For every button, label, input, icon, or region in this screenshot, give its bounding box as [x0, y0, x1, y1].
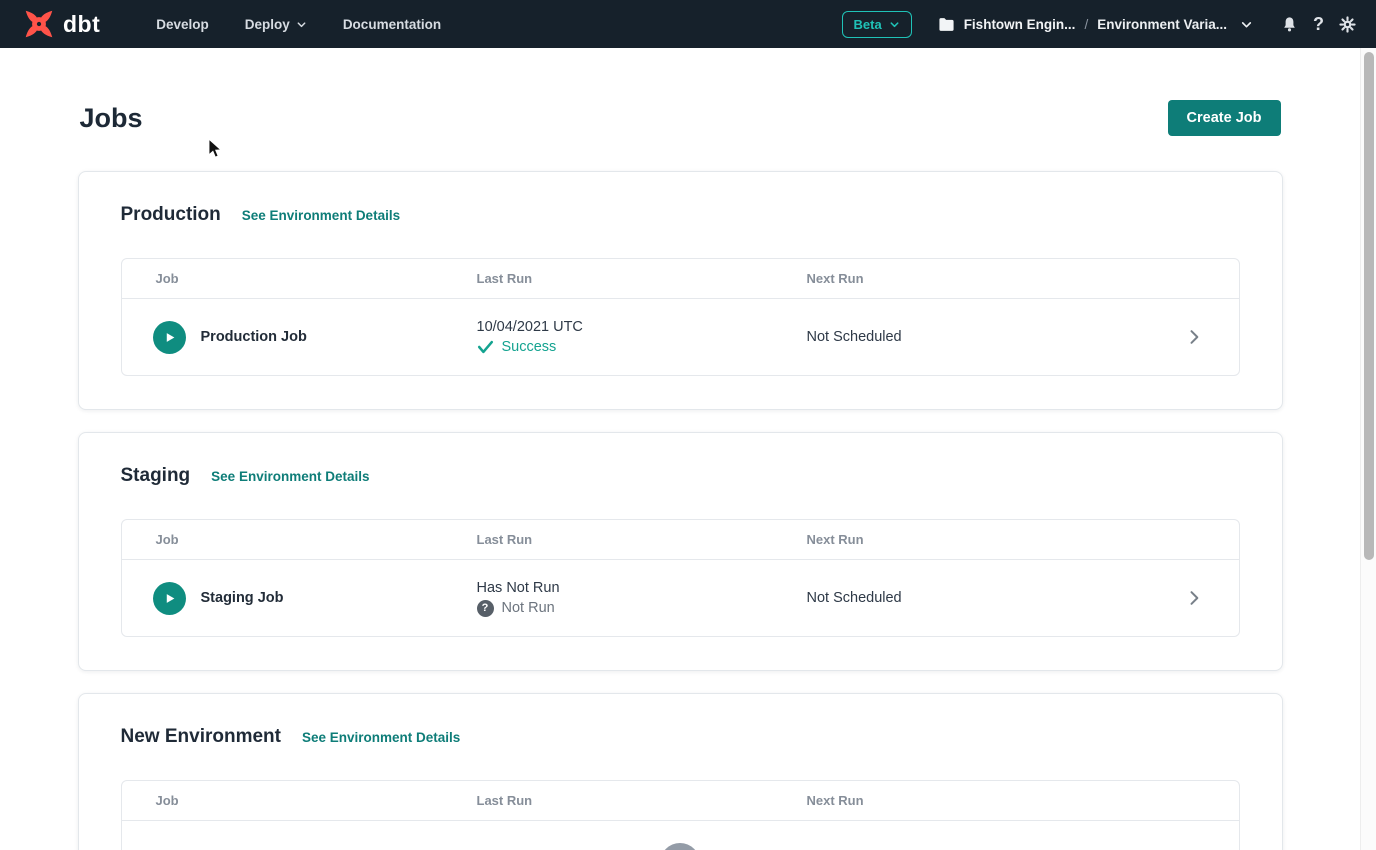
jobs-table: Job Last Run Next Run Production Job — [121, 258, 1240, 376]
next-run-value: Not Scheduled — [807, 590, 1149, 606]
folder-icon — [938, 17, 955, 32]
beta-dropdown[interactable]: Beta — [842, 11, 912, 38]
top-nav: dbt Develop Deploy Documentation Beta — [0, 0, 1376, 48]
gear-icon[interactable] — [1339, 16, 1356, 33]
brand-name: dbt — [63, 11, 100, 38]
environment-title: Staging — [121, 465, 191, 487]
column-header-job: Job — [122, 793, 477, 808]
environment-title: Production — [121, 204, 221, 226]
last-run-status[interactable]: Success — [502, 339, 557, 355]
column-header-last-run: Last Run — [477, 532, 807, 547]
see-environment-details-link[interactable]: See Environment Details — [211, 469, 369, 484]
job-row[interactable]: Staging Job Has Not Run ? Not Run Not Sc… — [122, 560, 1239, 636]
jobs-table: Job Last Run Next Run Staging Job — [121, 519, 1240, 637]
column-header-job: Job — [122, 271, 477, 286]
nav-item-label: Deploy — [245, 17, 290, 32]
primary-nav: Develop Deploy Documentation — [156, 17, 441, 32]
job-name[interactable]: Production Job — [201, 329, 307, 345]
environment-card-production: Production See Environment Details Job L… — [78, 171, 1283, 410]
see-environment-details-link[interactable]: See Environment Details — [302, 730, 460, 745]
nav-utility-icons: ? — [1281, 14, 1356, 35]
run-job-button[interactable] — [153, 582, 186, 615]
job-name[interactable]: Staging Job — [201, 590, 284, 606]
nav-item-deploy[interactable]: Deploy — [245, 17, 307, 32]
help-icon[interactable]: ? — [1313, 14, 1324, 35]
chevron-right-icon[interactable] — [1149, 327, 1239, 347]
chevron-down-icon — [889, 19, 900, 30]
column-header-next-run: Next Run — [807, 793, 1149, 808]
nav-item-documentation[interactable]: Documentation — [343, 17, 441, 32]
next-run-value: Not Scheduled — [807, 329, 1149, 345]
environment-title: New Environment — [121, 726, 281, 748]
vertical-scrollbar[interactable] — [1360, 48, 1376, 850]
question-circle-icon: ? — [660, 843, 700, 850]
environment-card-staging: Staging See Environment Details Job Last… — [78, 432, 1283, 671]
breadcrumb: Fishtown Engin... / Environment Varia... — [938, 17, 1253, 32]
breadcrumb-project[interactable]: Fishtown Engin... — [964, 17, 1076, 32]
bell-icon[interactable] — [1281, 16, 1298, 33]
chevron-down-icon[interactable] — [1240, 18, 1253, 31]
nav-item-develop[interactable]: Develop — [156, 17, 209, 32]
nav-item-label: Documentation — [343, 17, 441, 32]
last-run-date: 10/04/2021 UTC — [477, 319, 807, 335]
column-header-job: Job — [122, 532, 477, 547]
jobs-table: Job Last Run Next Run ? — [121, 780, 1240, 850]
help-glyph: ? — [1313, 14, 1324, 35]
create-job-button[interactable]: Create Job — [1168, 100, 1281, 136]
page-title: Jobs — [80, 103, 143, 134]
play-icon — [163, 592, 176, 605]
empty-jobs-state: ? — [122, 821, 1239, 850]
scrollbar-thumb[interactable] — [1364, 52, 1374, 560]
dbt-logo[interactable]: dbt — [22, 7, 100, 41]
column-header-next-run: Next Run — [807, 271, 1149, 286]
column-header-last-run: Last Run — [477, 793, 807, 808]
run-job-button[interactable] — [153, 321, 186, 354]
nav-item-label: Develop — [156, 17, 209, 32]
column-header-next-run: Next Run — [807, 532, 1149, 547]
breadcrumb-separator: / — [1084, 17, 1088, 32]
chevron-right-icon[interactable] — [1149, 588, 1239, 608]
job-row[interactable]: Production Job 10/04/2021 UTC Success No… — [122, 299, 1239, 375]
question-circle-icon: ? — [477, 600, 494, 617]
chevron-down-icon — [296, 19, 307, 30]
check-icon — [477, 340, 494, 354]
last-run-label: Has Not Run — [477, 580, 807, 596]
last-run-status: Not Run — [502, 600, 555, 616]
see-environment-details-link[interactable]: See Environment Details — [242, 208, 400, 223]
breadcrumb-page[interactable]: Environment Varia... — [1097, 17, 1227, 32]
column-header-last-run: Last Run — [477, 271, 807, 286]
dbt-logo-icon — [22, 7, 56, 41]
page-scroll-area: Jobs Create Job Production See Environme… — [0, 48, 1360, 850]
play-icon — [163, 331, 176, 344]
environment-card-new-environment: New Environment See Environment Details … — [78, 693, 1283, 850]
beta-label: Beta — [854, 17, 882, 32]
